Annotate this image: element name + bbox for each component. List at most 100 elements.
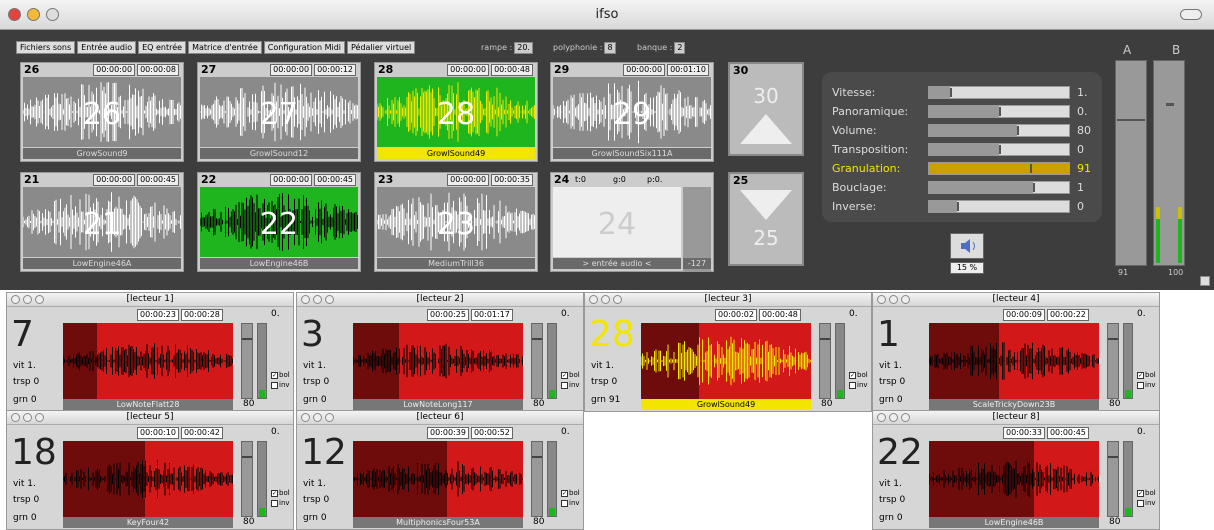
player-pan: 0. [561,309,570,319]
nav-down-big: 25 [753,226,779,250]
bol-checkbox[interactable]: ✓ bol [1137,489,1156,497]
param-row-volume: Volume: 80 [832,124,1094,138]
player-file-name: KeyFour42 [63,517,233,528]
cell-number: 23 [378,173,394,186]
arrow-down-icon [740,190,792,220]
rampe-field[interactable]: 20. [514,42,533,54]
bank-down-button[interactable]: 25 25 [728,172,804,266]
param-value: 80 [1077,124,1091,137]
cell-end-time: 00:00:08 [137,64,179,76]
player-waveform[interactable] [63,323,233,399]
player-level-meter [835,323,845,399]
inv-checkbox[interactable]: inv [1137,499,1156,507]
sound-cell[interactable]: 22 00:00:00 00:00:45 22 LowEngine46B [197,172,361,272]
inv-checkbox[interactable]: inv [271,381,290,389]
player-position: 00:00:25 [427,309,469,321]
player-waveform[interactable] [63,441,233,517]
player-volume-slider[interactable] [531,323,543,399]
sound-cell[interactable]: 28 00:00:00 00:00:48 28 GrowlSound49 [374,62,538,162]
cell-name: GrowlSoundSix111A [553,148,711,159]
player-waveform[interactable] [929,441,1099,517]
player-trsp: 0 [899,495,906,505]
inv-checkbox[interactable]: inv [271,499,290,507]
vu-meter-a[interactable] [1115,60,1147,266]
param-value: 1 [1077,181,1084,194]
player-volume-slider[interactable] [241,323,253,399]
bol-checkbox[interactable]: ✓ bol [1137,371,1156,379]
player-vit: 1. [317,361,326,371]
audio-input-cell[interactable]: 24 t:0 g:0 p:0. 24 > entrée audio < -127 [550,172,714,272]
cell-start-time: 00:00:00 [447,174,490,186]
cell-name: GrowlSound49 [377,148,535,159]
tab-entree-audio[interactable]: Entrée audio [77,41,137,54]
tab-pedalier-virtuel[interactable]: Pédalier virtuel [347,41,416,54]
param-slider[interactable] [928,124,1070,137]
banque-field[interactable]: 2 [674,42,686,54]
param-slider[interactable] [928,143,1070,156]
player-waveform[interactable] [353,441,523,517]
resize-handle[interactable] [1200,276,1210,286]
param-label: Granulation: [832,162,901,175]
title-bar: ifso [0,0,1214,30]
sound-cell[interactable]: 27 00:00:00 00:00:12 27 GrowlSound12 [197,62,361,162]
player-volume: 80 [533,517,545,527]
param-slider[interactable] [928,105,1070,118]
player-3: [lecteur 3] 28 00:00:02 00:00:48 0. vit 1… [584,292,872,412]
player-file-name: MultiphonicsFour53A [353,517,523,528]
player-file-name: LowEngine46B [929,517,1099,528]
player-volume-slider[interactable] [241,441,253,517]
bol-checkbox[interactable]: ✓ bol [561,489,580,497]
sound-cell[interactable]: 26 00:00:00 00:00:08 26 GrowSound9 [20,62,184,162]
inv-checkbox[interactable]: inv [849,381,868,389]
tab-eq-entree[interactable]: EQ entrée [138,41,187,54]
player-volume: 80 [1109,399,1121,409]
inv-checkbox[interactable]: inv [561,381,580,389]
player-vit: 1. [893,479,902,489]
player-waveform[interactable] [929,323,1099,399]
player-vit: 1. [893,361,902,371]
tab-configuration-midi[interactable]: Configuration Midi [263,41,345,54]
tab-matrice-entree[interactable]: Matrice d'entrée [188,41,262,54]
polyphonie-field[interactable]: 8 [604,42,616,54]
player-duration: 00:00:52 [470,427,513,439]
player-waveform[interactable] [353,323,523,399]
param-slider[interactable] [928,181,1070,194]
sound-cell[interactable]: 23 00:00:00 00:00:35 23 MediumTrill36 [374,172,538,272]
player-waveform[interactable] [641,323,811,399]
player-duration: 00:00:48 [758,309,801,321]
toolbar-toggle-icon[interactable] [1180,9,1202,20]
waveform: 27 [200,77,358,147]
player-pan: 0. [271,427,280,437]
cell-name: GrowSound9 [23,148,181,159]
vu-meter-b[interactable] [1153,60,1185,266]
player-title: [lecteur 4] [992,294,1040,304]
inv-checkbox[interactable]: inv [1137,381,1156,389]
player-1: [lecteur 1] 7 00:00:23 00:00:28 0. vit 1.… [6,292,294,412]
player-file-name: LowNoteLong117 [353,399,523,410]
param-slider[interactable] [928,162,1070,175]
param-slider[interactable] [928,86,1070,99]
tab-fichiers-sons[interactable]: Fichiers sons [16,41,76,54]
player-level-meter [1123,441,1133,517]
sound-cell[interactable]: 29 00:00:00 00:01:10 29 GrowlSoundSix111A [550,62,714,162]
tab-bar: Fichiers sons Entrée audio EQ entrée Mat… [16,41,416,54]
bol-checkbox[interactable]: ✓ bol [271,371,290,379]
cell-big-number: 24 [597,207,637,242]
player-position: 00:00:23 [137,309,179,321]
bank-up-button[interactable]: 30 30 [728,62,804,156]
cell-start-time: 00:00:00 [93,174,136,186]
param-label: Bouclage: [832,181,887,194]
player-position: 00:00:33 [1003,427,1045,439]
param-slider[interactable] [928,200,1070,213]
audio-p: p:0. [647,175,663,184]
player-volume-slider[interactable] [1107,323,1119,399]
bol-checkbox[interactable]: ✓ bol [561,371,580,379]
bol-checkbox[interactable]: ✓ bol [849,371,868,379]
player-volume-slider[interactable] [1107,441,1119,517]
speaker-button[interactable] [950,233,984,259]
inv-checkbox[interactable]: inv [561,499,580,507]
player-volume-slider[interactable] [819,323,831,399]
player-volume-slider[interactable] [531,441,543,517]
sound-cell[interactable]: 21 00:00:00 00:00:45 21 LowEngine46A [20,172,184,272]
bol-checkbox[interactable]: ✓ bol [271,489,290,497]
